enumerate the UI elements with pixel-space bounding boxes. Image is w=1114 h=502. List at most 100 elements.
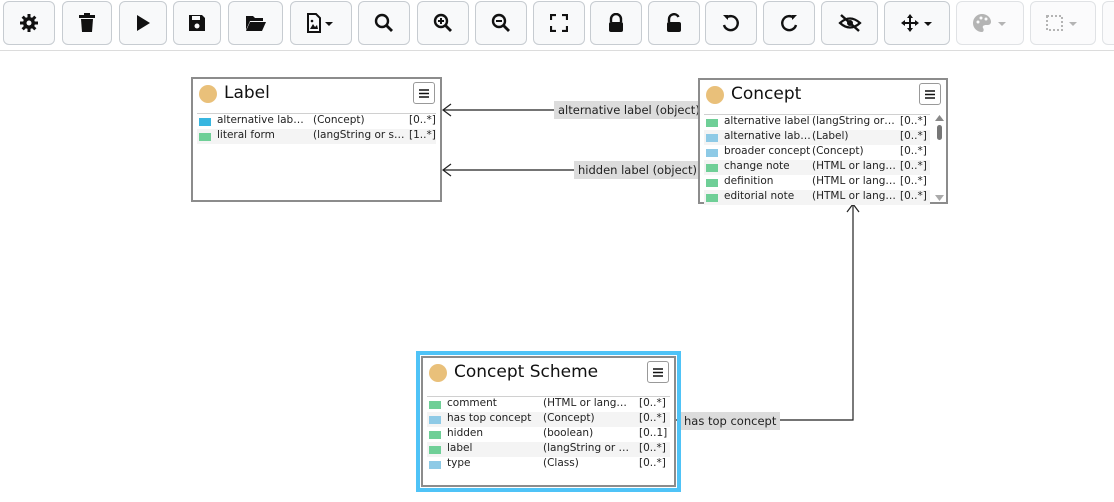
property-row[interactable]: definition (HTML or langSt... [0..*] (704, 175, 930, 190)
edge-label-hidden-label[interactable]: hidden label (object) (574, 161, 701, 179)
property-type: (Concept) (543, 412, 595, 424)
property-cardinality: [1..*] (409, 129, 436, 141)
save-button[interactable] (173, 1, 221, 45)
property-type: (langString or stri... (543, 442, 633, 454)
search-button[interactable] (358, 1, 410, 45)
property-type: (Class) (543, 457, 579, 469)
hamburger-icon (653, 367, 663, 377)
class-dot-icon (706, 86, 724, 104)
lock-button[interactable] (590, 1, 642, 45)
edge-label-has-top-concept[interactable]: has top concept (680, 412, 781, 430)
open-button[interactable] (228, 1, 283, 45)
property-cardinality: [0..*] (900, 115, 927, 127)
zoom-in-icon (433, 13, 452, 32)
property-type: (Concept) (313, 114, 365, 126)
eye-slash-icon (837, 14, 862, 32)
property-cardinality: [0..*] (639, 457, 666, 469)
run-layout-button[interactable] (119, 1, 167, 45)
relation-icon (706, 149, 718, 157)
property-name: alternative label (724, 115, 810, 127)
property-type: (boolean) (543, 427, 594, 439)
property-row[interactable]: change note (HTML or langSt... [0..*] (704, 160, 930, 175)
property-name: hidden (447, 427, 484, 439)
property-cardinality: [0..*] (900, 175, 927, 187)
scrollbar-track (935, 115, 944, 201)
redo-button[interactable] (763, 1, 815, 45)
property-row[interactable]: label (langString or stri... [0..*] (427, 442, 670, 457)
property-row[interactable]: alternative label (langString or str... … (704, 115, 930, 130)
toolbar-overflow-button[interactable] (1102, 1, 1114, 45)
node-menu-button[interactable] (647, 361, 669, 383)
property-type: (Concept) (812, 145, 864, 157)
edge-label-alternative-label[interactable]: alternative label (object) (554, 101, 704, 119)
attribute-icon (429, 401, 441, 409)
class-node-label[interactable]: Label alternative label for (Concept) [0… (191, 77, 442, 202)
property-cardinality: [0..*] (900, 130, 927, 142)
scroll-down-arrow-icon (935, 195, 944, 201)
property-type: (HTML or langSt... (812, 190, 896, 202)
property-row[interactable]: comment (HTML or langStri... [0..*] (427, 397, 670, 412)
attribute-icon (706, 179, 718, 187)
property-name: literal form (217, 129, 275, 141)
property-row[interactable]: type (Class) [0..*] (427, 457, 670, 472)
property-row[interactable]: alternative label for (Concept) [0..*] (197, 114, 436, 129)
unlock-button[interactable] (648, 1, 700, 45)
fit-button[interactable] (533, 1, 585, 45)
relation-icon (429, 461, 441, 469)
selection-button[interactable] (1030, 1, 1096, 45)
property-name: broader concept (724, 145, 811, 157)
property-name: alternative label... (724, 130, 812, 142)
property-name: label (447, 442, 473, 454)
property-row[interactable]: hidden (boolean) [0..1] (427, 427, 670, 442)
property-cardinality: [0..*] (639, 397, 666, 409)
selection-icon (1046, 15, 1077, 31)
move-button[interactable] (884, 1, 950, 45)
property-row[interactable]: has top concept (Concept) [0..*] (427, 412, 670, 427)
attribute-icon (429, 431, 441, 439)
delete-button[interactable] (62, 1, 112, 45)
attribute-icon (706, 119, 718, 127)
zoom-out-icon (491, 13, 510, 32)
property-type: (Label) (812, 130, 849, 142)
property-type: (HTML or langSt... (812, 160, 896, 172)
node-title: Concept (731, 84, 802, 104)
move-icon (901, 14, 932, 32)
folder-open-icon (245, 16, 266, 31)
node-menu-button[interactable] (919, 83, 941, 105)
zoom-in-button[interactable] (417, 1, 469, 45)
class-node-concept-scheme[interactable]: Concept Scheme comment (HTML or langStri… (416, 351, 681, 492)
property-type: (langString or str... (812, 115, 896, 127)
property-row[interactable]: alternative label... (Label) [0..*] (704, 130, 930, 145)
settings-button[interactable] (3, 1, 55, 45)
property-cardinality: [0..1] (639, 427, 668, 439)
property-row[interactable]: broader concept (Concept) [0..*] (704, 145, 930, 160)
node-menu-button[interactable] (413, 82, 435, 104)
class-node-concept[interactable]: Concept alternative label (langString or… (698, 78, 948, 205)
lock-icon (609, 13, 623, 32)
trash-icon (79, 13, 95, 32)
attribute-icon (706, 194, 718, 202)
toolbar (0, 0, 1114, 51)
undo-button[interactable] (705, 1, 757, 45)
redo-icon (781, 15, 798, 32)
attribute-icon (706, 164, 718, 172)
property-scrollbar[interactable] (934, 114, 945, 201)
property-row[interactable]: editorial note (HTML or langSt... [0..*] (704, 190, 930, 205)
diagram-canvas[interactable]: alternative label (object) hidden label … (0, 51, 1114, 502)
property-row[interactable]: literal form (langString or stri... [1..… (197, 129, 436, 144)
scroll-up-arrow-icon (935, 115, 944, 121)
zoom-out-button[interactable] (475, 1, 527, 45)
node-header: Concept Scheme (423, 358, 674, 390)
node-title: Label (224, 83, 270, 103)
floppy-icon (189, 15, 205, 31)
unlock-icon (667, 13, 681, 32)
property-name: type (447, 457, 471, 469)
node-header: Label (193, 79, 440, 111)
hamburger-icon (925, 89, 935, 99)
fullscreen-icon (550, 14, 568, 32)
color-button[interactable] (956, 1, 1024, 45)
hide-button[interactable] (821, 1, 878, 45)
attribute-icon (429, 446, 441, 454)
export-image-button[interactable] (290, 1, 352, 45)
hamburger-icon (419, 88, 429, 98)
